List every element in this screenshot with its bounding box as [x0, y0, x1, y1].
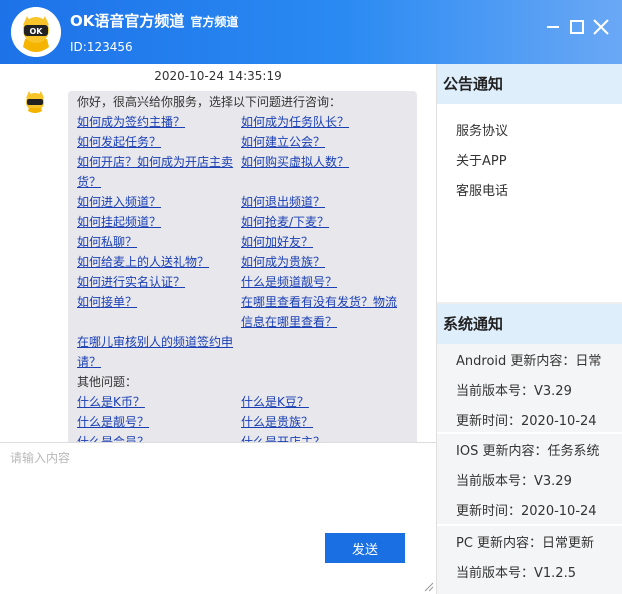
- system-notices-title: 系统通知: [437, 304, 622, 344]
- maximize-button[interactable]: [566, 16, 588, 38]
- close-icon: [593, 19, 609, 35]
- message-composer: 发送: [0, 443, 436, 594]
- other-questions-label: 其他问题：: [77, 375, 138, 389]
- notice-content: IOS 更新内容：任务系统: [456, 444, 600, 459]
- faq-link[interactable]: 什么是开店主？: [241, 432, 325, 442]
- faq-link[interactable]: 如何进入频道？: [77, 192, 161, 212]
- announcement-item[interactable]: 关于APP: [456, 150, 507, 169]
- faq-link[interactable]: 如何挂起频道？: [77, 212, 161, 232]
- system-notice[interactable]: Android 更新内容：日常 当前版本号：V3.29 更新时间：2020-10…: [437, 344, 622, 432]
- maximize-icon: [570, 20, 584, 34]
- window-title: OK语音官方频道 官方频道: [70, 10, 238, 31]
- faq-link-continued[interactable]: 请？: [77, 352, 101, 372]
- bot-message-bubble: 你好，很高兴给你服务，选择以下问题进行咨询： 如何成为签约主播？ 如何成为任务队…: [68, 91, 417, 442]
- faq-link[interactable]: 如何开店？如何成为开店主卖: [77, 152, 233, 172]
- notice-time: 更新时间：2020-10-24: [456, 504, 597, 519]
- faq-link[interactable]: 在哪儿审核别人的频道签约申: [77, 332, 233, 352]
- announcement-item[interactable]: 客服电话: [456, 180, 508, 199]
- faq-link[interactable]: 在哪里查看有没有发货？物流: [241, 292, 397, 312]
- announcements-title: 公告通知: [437, 64, 622, 104]
- faq-link[interactable]: 什么是频道靓号？: [241, 272, 337, 292]
- faq-link[interactable]: 如何接单？: [77, 292, 137, 312]
- channel-avatar: OK: [11, 7, 61, 57]
- faq-link[interactable]: 如何成为贵族？: [241, 252, 325, 272]
- notice-version: 当前版本号：V1.2.5: [456, 566, 576, 581]
- faq-link[interactable]: 什么是会员？: [77, 432, 149, 442]
- user-id: ID:123456: [70, 40, 133, 54]
- resize-grip-icon[interactable]: [424, 581, 434, 592]
- faq-link[interactable]: 如何私聊？: [77, 232, 137, 252]
- resize-grip-icon: [424, 582, 434, 592]
- minimize-icon: [547, 26, 559, 28]
- faq-link[interactable]: 如何购买虚拟人数？: [241, 152, 349, 172]
- app-name: OK语音官方频道: [70, 12, 185, 30]
- notice-time: 更新时间：2020-10-24: [456, 414, 597, 429]
- notice-version: 当前版本号：V3.29: [456, 384, 572, 399]
- faq-link[interactable]: 如何给麦上的人送礼物？: [77, 252, 209, 272]
- notice-sidebar: 公告通知 服务协议 关于APP 客服电话 系统通知 Android 更新内容：日…: [437, 64, 622, 594]
- faq-link[interactable]: 如何退出频道？: [241, 192, 325, 212]
- chat-panel[interactable]: 2020-10-24 14:35:19 你好，很高兴给你服务，选择以下问题进行咨…: [0, 64, 436, 442]
- notice-content: PC 更新内容：日常更新: [456, 536, 595, 551]
- faq-link[interactable]: 什么是K豆？: [241, 392, 309, 412]
- faq-link[interactable]: 什么是K币？: [77, 392, 145, 412]
- message-timestamp: 2020-10-24 14:35:19: [154, 69, 282, 83]
- mascot-icon: OK: [11, 7, 61, 57]
- send-button[interactable]: 发送: [325, 533, 405, 563]
- system-notice[interactable]: PC 更新内容：日常更新 当前版本号：V1.2.5: [437, 526, 622, 594]
- faq-link[interactable]: 如何加好友？: [241, 232, 313, 252]
- mascot-icon: [26, 91, 44, 113]
- faq-link-continued[interactable]: 信息在哪里查看？: [241, 312, 337, 332]
- faq-link[interactable]: 如何进行实名认证？: [77, 272, 185, 292]
- faq-link[interactable]: 什么是靓号？: [77, 412, 149, 432]
- faq-link-continued[interactable]: 货？: [77, 172, 101, 192]
- faq-link[interactable]: 如何成为签约主播？: [77, 112, 185, 132]
- announcement-item[interactable]: 服务协议: [456, 120, 508, 139]
- close-button[interactable]: [590, 16, 612, 38]
- faq-link[interactable]: 什么是贵族？: [241, 412, 313, 432]
- notice-content: Android 更新内容：日常: [456, 354, 602, 369]
- faq-link[interactable]: 如何成为任务队长？: [241, 112, 349, 132]
- faq-link[interactable]: 如何建立公会？: [241, 132, 325, 152]
- title-bar[interactable]: OK OK语音官方频道 官方频道 ID:123456: [0, 0, 622, 64]
- bot-avatar: [22, 88, 48, 114]
- official-badge: 官方频道: [190, 15, 239, 29]
- message-input[interactable]: [10, 449, 426, 529]
- faq-link[interactable]: 如何抢麦/下麦？: [241, 212, 329, 232]
- system-notice[interactable]: IOS 更新内容：任务系统 当前版本号：V3.29 更新时间：2020-10-2…: [437, 434, 622, 524]
- svg-text:OK: OK: [30, 27, 44, 36]
- faq-link[interactable]: 如何发起任务？: [77, 132, 161, 152]
- minimize-button[interactable]: [542, 16, 564, 38]
- notice-version: 当前版本号：V3.29: [456, 474, 572, 489]
- intro-text: 你好，很高兴给你服务，选择以下问题进行咨询：: [77, 95, 342, 109]
